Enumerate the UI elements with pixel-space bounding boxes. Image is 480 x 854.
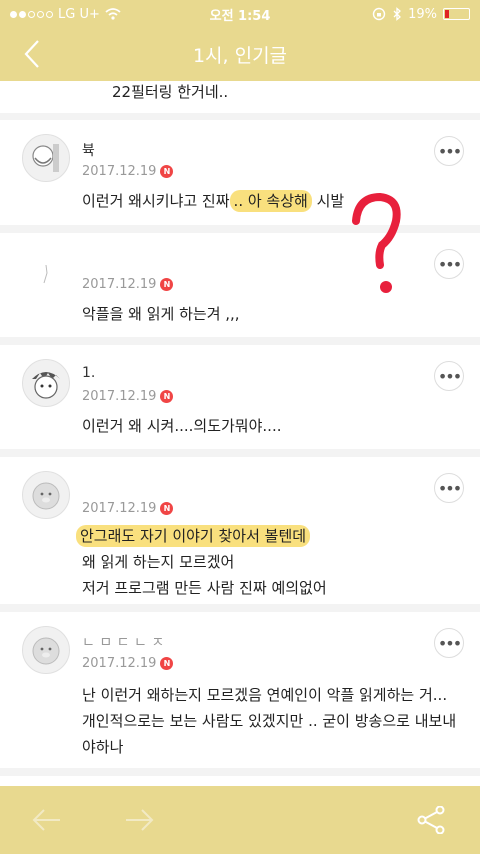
comment-text: 난 이런거 왜하는지 모르겠음 연예인이 악플 읽게하는 거... 개인적으로는…	[82, 686, 457, 756]
comment-list[interactable]: 22필터링 한거네.. 뷱 2017.12.19 N ••• 이런거 왜시키냐고…	[0, 81, 480, 786]
more-button[interactable]: •••	[434, 361, 464, 391]
comment-meta: 2017.12.19 N	[82, 277, 174, 292]
arrow-left-icon[interactable]	[30, 806, 64, 834]
list-item: 1. 2017.12.19 N ••• 이런거 왜 시켜....의도가뭐야...…	[0, 345, 480, 449]
rotation-lock-icon	[372, 7, 386, 21]
nav-bar: 1시, 인기글	[0, 28, 480, 81]
wifi-icon	[105, 8, 121, 20]
new-badge: N	[160, 657, 174, 670]
bluetooth-icon	[393, 7, 402, 21]
comment-meta: 2017.12.19 N	[82, 389, 174, 404]
avatar-bear-icon	[32, 482, 60, 510]
comment-date: 2017.12.19	[82, 277, 157, 292]
avatar-placeholder-icon	[43, 264, 48, 284]
comment-date: 2017.12.19	[82, 501, 157, 516]
list-item: 뷱 2017.12.19 N ••• 이런거 왜시키냐고 진짜.. 아 속상해 …	[0, 120, 480, 225]
comment-date: 2017.12.19	[82, 164, 157, 179]
comment-author: ㄴ ㅁ ㄷ ㄴ ㅈ	[82, 635, 165, 651]
more-horizontal-icon: •••	[437, 478, 462, 498]
comment-meta: 2017.12.19 N	[82, 164, 174, 179]
status-left: LG U+	[10, 7, 121, 22]
comment-text-part: 이런거 왜시키냐고 진짜	[82, 192, 230, 210]
battery-percent: 19%	[408, 6, 437, 22]
avatar-character-icon	[32, 372, 60, 399]
share-icon[interactable]	[414, 806, 448, 834]
signal-icon	[10, 10, 53, 18]
list-item	[0, 776, 480, 786]
avatar-illustration-icon	[32, 144, 59, 172]
avatar[interactable]	[22, 626, 70, 674]
avatar[interactable]	[22, 359, 70, 407]
avatar[interactable]	[22, 251, 70, 299]
comment-meta: 2017.12.19 N	[82, 656, 174, 671]
comment-text: 악플을 왜 읽게 하는겨 ,,,	[82, 305, 240, 323]
highlight-mark: 안그래도 자기 이야기 찾아서 볼텐데	[76, 525, 311, 547]
comment-line: 저거 프로그램 만든 사람 진짜 예의없어	[82, 579, 327, 597]
more-horizontal-icon: •••	[437, 254, 462, 274]
more-button[interactable]: •••	[434, 136, 464, 166]
bottom-toolbar	[0, 786, 480, 854]
new-badge: N	[160, 278, 174, 291]
comment-date: 2017.12.19	[82, 389, 157, 404]
arrow-right-icon[interactable]	[122, 806, 156, 834]
list-item: 22필터링 한거네..	[0, 81, 480, 113]
carrier-label: LG U+	[58, 6, 100, 22]
highlight-mark: .. 아 속상해	[229, 190, 312, 212]
battery-icon	[443, 8, 470, 20]
comment-line: 왜 읽게 하는지 모르겠어	[82, 553, 235, 571]
comment-author: 뷱	[82, 143, 95, 159]
comment-text: 이런거 왜 시켜....의도가뭐야....	[82, 417, 282, 435]
more-horizontal-icon: •••	[437, 633, 462, 653]
status-right: 19%	[372, 7, 470, 22]
list-item: ㄴ ㅁ ㄷ ㄴ ㅈ 2017.12.19 N ••• 난 이런거 왜하는지 모르…	[0, 612, 480, 768]
list-item: 2017.12.19 N ••• 악플을 왜 읽게 하는겨 ,,,	[0, 233, 480, 337]
more-horizontal-icon: •••	[437, 366, 462, 386]
page-title: 1시, 인기글	[192, 45, 288, 67]
new-badge: N	[160, 502, 174, 515]
comment-text-part: 시발	[311, 192, 345, 210]
avatar[interactable]	[22, 134, 70, 182]
question-mark-annotation-icon	[352, 192, 401, 293]
status-bar: LG U+ 오전 1:54 19%	[0, 0, 480, 28]
avatar-bear-icon	[32, 637, 60, 665]
list-item: 2017.12.19 N ••• 안그래도 자기 이야기 찾아서 볼텐데 왜 읽…	[0, 457, 480, 604]
new-badge: N	[160, 165, 174, 178]
comment-author: 1.	[82, 365, 96, 381]
comment-meta: 2017.12.19 N	[82, 501, 174, 516]
battery-level	[445, 10, 450, 18]
more-button[interactable]: •••	[434, 473, 464, 503]
more-button[interactable]: •••	[434, 628, 464, 658]
comment-date: 2017.12.19	[82, 656, 157, 671]
comment-text: 안그래도 자기 이야기 찾아서 볼텐데 왜 읽게 하는지 모르겠어 저거 프로그…	[76, 523, 460, 601]
more-button[interactable]: •••	[434, 249, 464, 279]
new-badge: N	[160, 390, 174, 403]
chevron-left-icon[interactable]	[18, 38, 50, 70]
avatar[interactable]	[22, 471, 70, 519]
comment-text: 22필터링 한거네..	[112, 83, 229, 101]
more-horizontal-icon: •••	[437, 141, 462, 161]
